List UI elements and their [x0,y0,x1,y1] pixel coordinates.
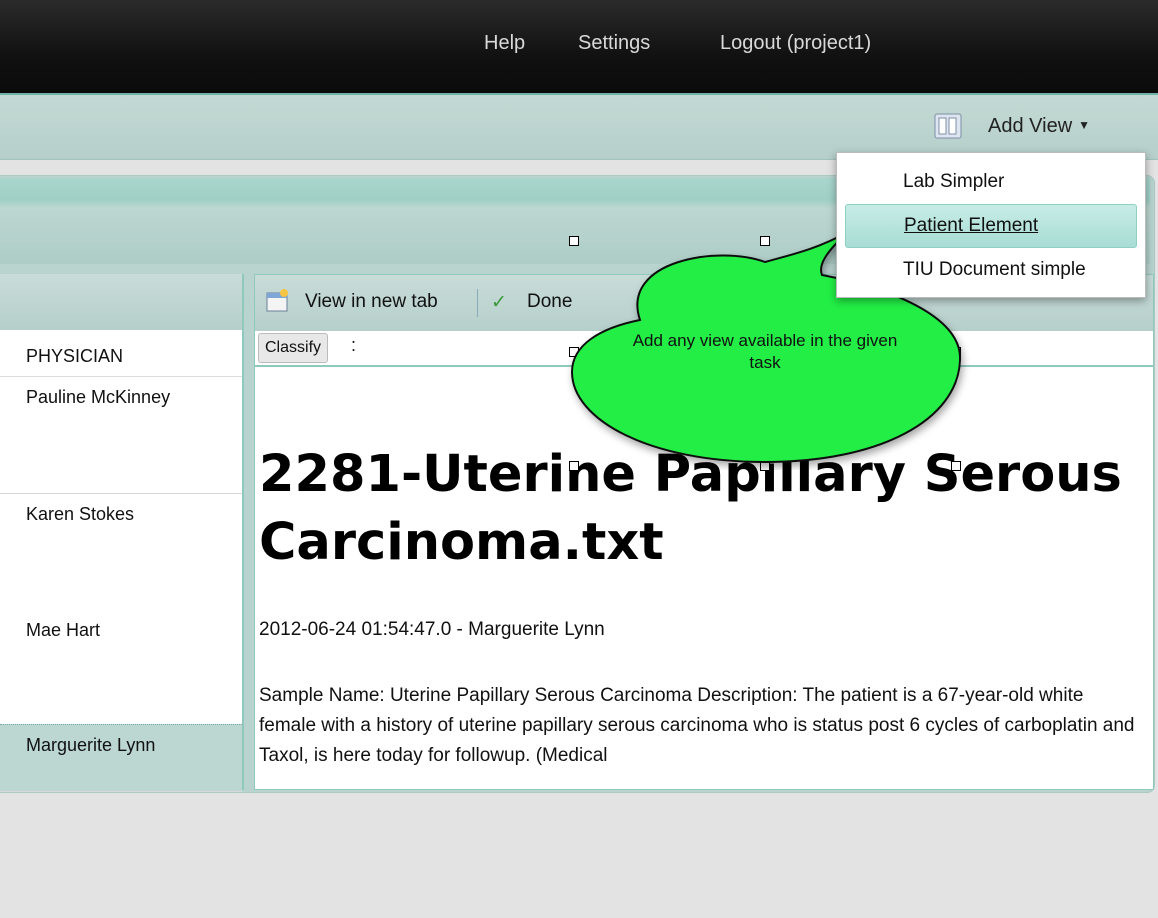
physician-name: Marguerite Lynn [26,735,156,755]
callout-text: Add any view available in the given task [632,331,898,372]
list-row[interactable]: Karen Stokes [0,494,242,611]
menu-item-label: TIU Document simple [903,259,1086,280]
list-row[interactable]: Mae Hart [0,610,242,727]
settings-link[interactable]: Settings [578,32,650,55]
classify-button[interactable]: Classify [258,333,329,363]
toolbar-divider [477,289,478,317]
view-toolbar: Add View ▼ [0,95,1158,160]
patient-list: PHYSICIAN Pauline McKinney Karen Stokes … [0,274,244,792]
physician-name: Pauline McKinney [26,387,171,407]
menu-item-label: Patient Element [904,215,1039,236]
column-header-label: PHYSICIAN [26,346,124,366]
check-icon: ✓ [491,292,507,313]
layout-columns-icon[interactable] [934,113,962,139]
logout-link[interactable]: Logout (project1) [720,32,871,55]
list-row-selected[interactable]: Marguerite Lynn [0,724,242,792]
menu-item-lab-simpler[interactable]: Lab Simpler [845,161,1135,203]
top-nav-bar: Help Settings Logout (project1) [0,0,1158,95]
menu-item-tiu-document-simple[interactable]: TIU Document simple [845,249,1135,291]
menu-item-label: Lab Simpler [903,171,1005,192]
document-meta: 2012-06-24 01:54:47.0 - Marguerite Lynn [259,619,605,640]
help-link[interactable]: Help [484,32,525,55]
menu-item-patient-element[interactable]: Patient Element [845,204,1137,248]
add-view-label: Add View [988,115,1073,137]
physician-name: Mae Hart [26,620,101,640]
add-view-menu: Lab Simpler Patient Element TIU Document… [836,152,1146,298]
document-body: Sample Name: Uterine Papillary Serous Ca… [259,685,1135,766]
list-row[interactable]: Pauline McKinney [0,377,242,494]
caret-down-icon: ▼ [1078,118,1091,132]
classify-value: : [351,335,357,355]
column-header-physician[interactable]: PHYSICIAN [0,330,242,377]
new-tab-icon [266,289,288,312]
patient-list-toolbar [0,274,242,330]
physician-name: Karen Stokes [26,504,135,524]
view-in-new-tab-button[interactable]: View in new tab [305,291,438,313]
add-view-dropdown[interactable]: Add View ▼ [988,115,1090,138]
